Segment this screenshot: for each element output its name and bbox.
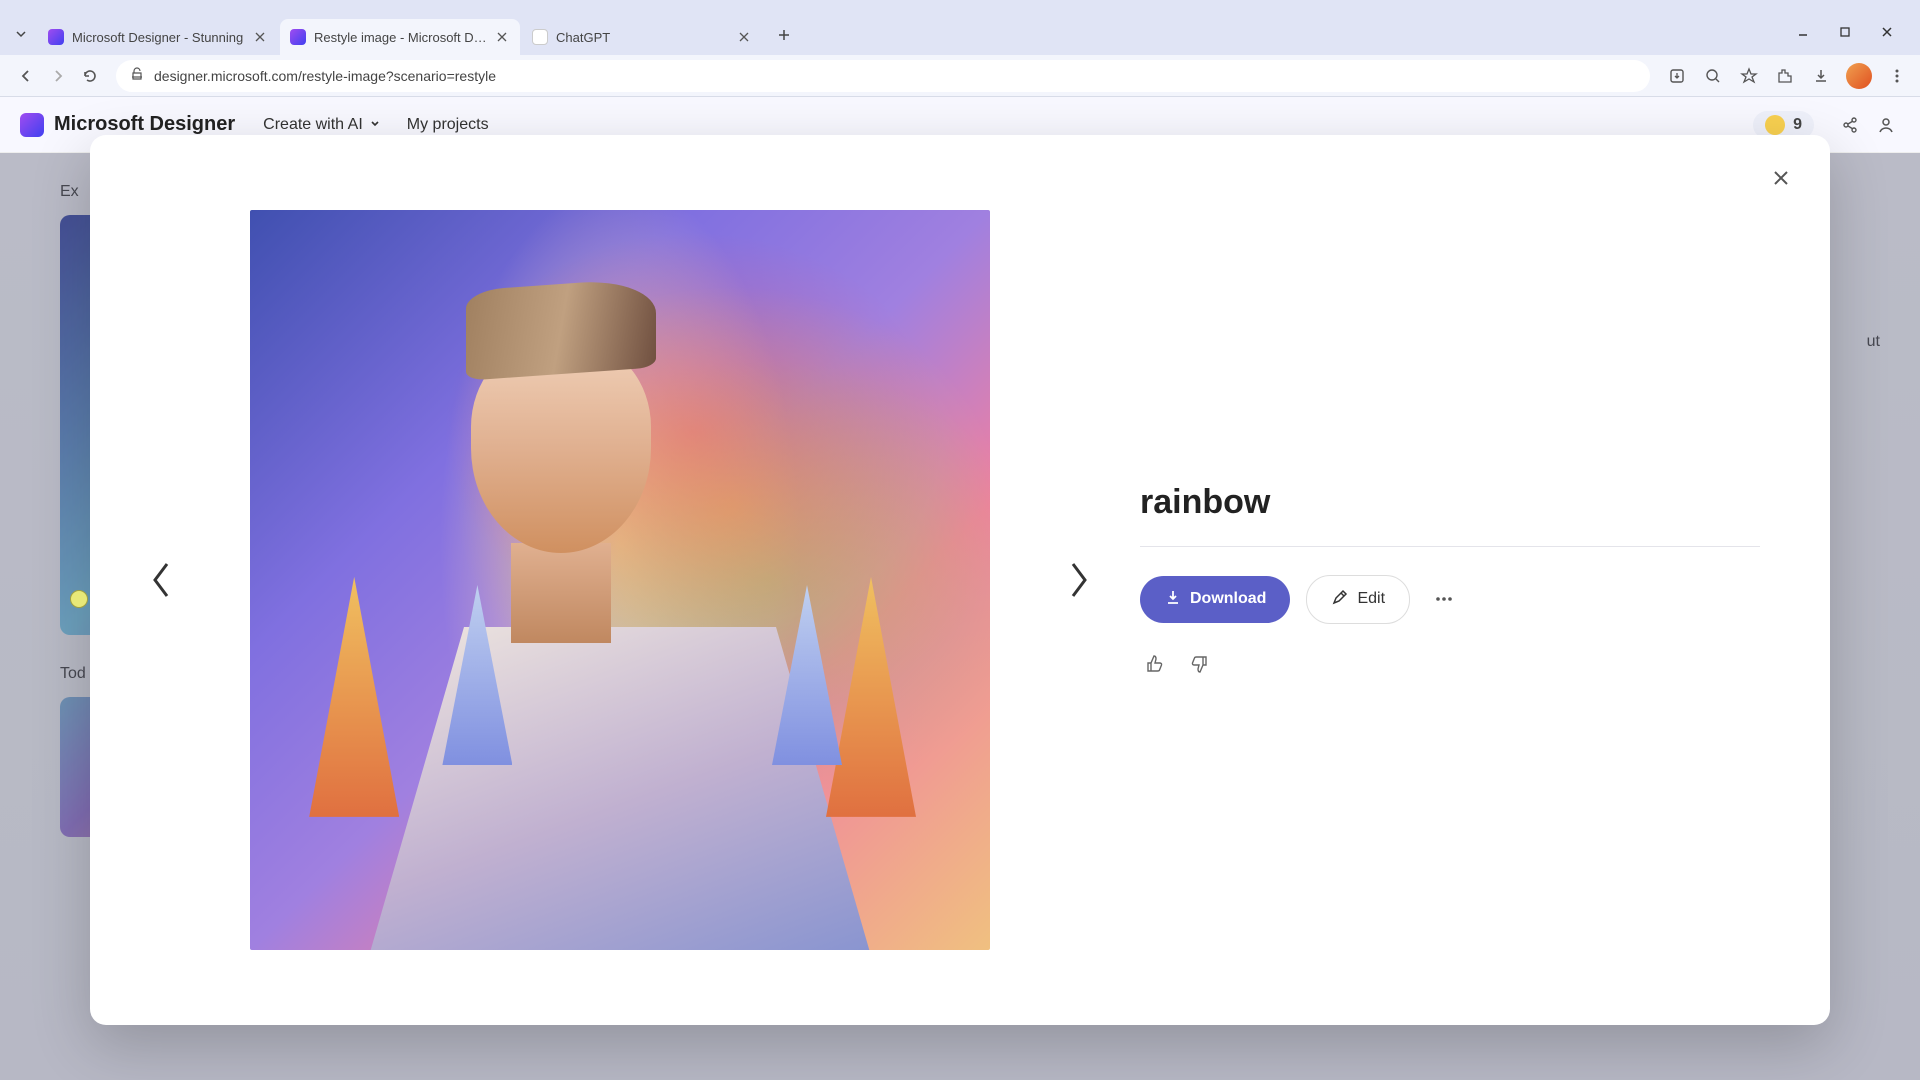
next-image-button[interactable] bbox=[1056, 550, 1100, 610]
extensions-icon[interactable] bbox=[1774, 65, 1796, 87]
credits-value: 9 bbox=[1793, 116, 1802, 134]
coin-icon bbox=[1765, 115, 1785, 135]
cursor-indicator bbox=[70, 590, 88, 608]
maximize-icon[interactable] bbox=[1834, 21, 1856, 43]
download-icon[interactable] bbox=[1810, 65, 1832, 87]
share-icon[interactable] bbox=[1836, 111, 1864, 139]
account-icon[interactable] bbox=[1872, 111, 1900, 139]
kebab-menu-icon[interactable] bbox=[1886, 65, 1908, 87]
designer-icon bbox=[290, 29, 306, 45]
tab-title: Microsoft Designer - Stunning bbox=[72, 30, 246, 45]
install-icon[interactable] bbox=[1666, 65, 1688, 87]
thumbs-down-button[interactable] bbox=[1186, 650, 1214, 678]
chevron-down-icon bbox=[369, 116, 381, 134]
chatgpt-icon bbox=[532, 29, 548, 45]
close-icon[interactable] bbox=[494, 29, 510, 45]
create-with-ai-menu[interactable]: Create with AI bbox=[263, 116, 381, 134]
url-text: designer.microsoft.com/restyle-image?sce… bbox=[154, 68, 496, 84]
modal-scrim[interactable]: rainbow Download Edit bbox=[0, 153, 1920, 1080]
image-detail-modal: rainbow Download Edit bbox=[90, 135, 1830, 1025]
site-info-icon[interactable] bbox=[130, 67, 144, 84]
download-button[interactable]: Download bbox=[1140, 576, 1290, 623]
edit-label: Edit bbox=[1357, 590, 1385, 608]
download-icon bbox=[1164, 588, 1182, 611]
browser-tab[interactable]: Restyle image - Microsoft Desi bbox=[280, 19, 520, 55]
edit-icon bbox=[1331, 588, 1349, 611]
download-label: Download bbox=[1190, 590, 1266, 608]
image-title: rainbow bbox=[1140, 483, 1760, 547]
detail-column: rainbow Download Edit bbox=[1080, 175, 1760, 985]
close-icon[interactable] bbox=[736, 29, 752, 45]
address-bar: designer.microsoft.com/restyle-image?sce… bbox=[0, 55, 1920, 97]
designer-logo-icon[interactable] bbox=[20, 113, 44, 137]
browser-tab-strip: Microsoft Designer - Stunning Restyle im… bbox=[0, 0, 1920, 55]
previous-image-button[interactable] bbox=[140, 550, 184, 610]
my-projects-link[interactable]: My projects bbox=[407, 116, 489, 134]
edit-button[interactable]: Edit bbox=[1306, 575, 1410, 624]
back-button[interactable] bbox=[12, 62, 40, 90]
tab-title: Restyle image - Microsoft Desi bbox=[314, 30, 488, 45]
close-modal-button[interactable] bbox=[1764, 161, 1798, 195]
nav-label: Create with AI bbox=[263, 116, 363, 134]
tabs-dropdown-icon[interactable] bbox=[12, 25, 30, 43]
designer-icon bbox=[48, 29, 64, 45]
bookmark-icon[interactable] bbox=[1738, 65, 1760, 87]
minimize-icon[interactable] bbox=[1792, 21, 1814, 43]
close-icon[interactable] bbox=[252, 29, 268, 45]
url-bar[interactable]: designer.microsoft.com/restyle-image?sce… bbox=[116, 60, 1650, 92]
profile-avatar[interactable] bbox=[1846, 63, 1872, 89]
generated-image-preview bbox=[250, 210, 990, 950]
preview-column bbox=[160, 175, 1080, 985]
zoom-icon[interactable] bbox=[1702, 65, 1724, 87]
forward-button[interactable] bbox=[44, 62, 72, 90]
browser-tab[interactable]: Microsoft Designer - Stunning bbox=[38, 19, 278, 55]
more-options-button[interactable] bbox=[1426, 581, 1462, 617]
browser-tab[interactable]: ChatGPT bbox=[522, 19, 762, 55]
nav-label: My projects bbox=[407, 116, 489, 134]
reload-button[interactable] bbox=[76, 62, 104, 90]
window-close-icon[interactable] bbox=[1876, 21, 1898, 43]
app-title[interactable]: Microsoft Designer bbox=[54, 113, 235, 136]
tab-title: ChatGPT bbox=[556, 30, 730, 45]
thumbs-up-button[interactable] bbox=[1140, 650, 1168, 678]
new-tab-button[interactable] bbox=[770, 21, 798, 49]
